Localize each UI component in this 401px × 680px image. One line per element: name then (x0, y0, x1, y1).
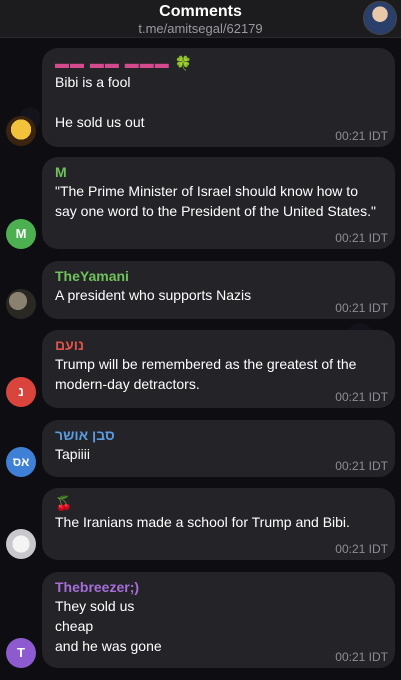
message-text: Tapiiii (55, 446, 91, 462)
message-bubble[interactable]: ▬▬ ▬▬ ▬▬▬ 🍀 Bibi is a fool He sold us ou… (42, 48, 395, 147)
message-time: 00:21 IDT (335, 301, 388, 315)
sender-emoji-bars: ▬▬ ▬▬ ▬▬▬ (55, 55, 170, 71)
message-time: 00:21 IDT (335, 129, 388, 143)
message-time: 00:21 IDT (335, 542, 388, 556)
avatar[interactable]: אס (6, 447, 36, 477)
sender-name[interactable]: M (55, 163, 383, 181)
message-text: "The Prime Minister of Israel should kno… (55, 183, 376, 219)
message-bubble[interactable]: TheYamani A president who supports Nazis… (42, 261, 395, 319)
header-subtitle[interactable]: t.me/amitsegal/62179 (0, 21, 401, 37)
message-time: 00:21 IDT (335, 231, 388, 245)
avatar[interactable] (6, 529, 36, 559)
message-time: 00:21 IDT (335, 459, 388, 473)
header-title: Comments (159, 3, 242, 20)
avatar[interactable]: T (6, 638, 36, 668)
message-bubble[interactable]: Thebreezer;) They sold us cheap and he w… (42, 572, 395, 668)
channel-avatar[interactable] (363, 1, 397, 35)
message-bubble[interactable]: סבן אושר Tapiiii 00:21 IDT (42, 420, 395, 477)
message-time: 00:21 IDT (335, 650, 388, 664)
message-text: A president who supports Nazis (55, 287, 252, 303)
message-text: They sold us cheap and he was gone (55, 598, 162, 654)
message-bubble[interactable]: M "The Prime Minister of Israel should k… (42, 157, 395, 249)
message-text: Bibi is a fool He sold us out (55, 74, 145, 130)
message-bubble[interactable]: 🍒 The Iranians made a school for Trump a… (42, 488, 395, 560)
message-time: 00:21 IDT (335, 390, 388, 404)
sender-name[interactable]: TheYamani (55, 267, 383, 285)
avatar[interactable]: M (6, 219, 36, 249)
sender-name[interactable]: ▬▬ ▬▬ ▬▬▬ 🍀 (55, 54, 383, 72)
message-text: Trump will be remembered as the greatest… (55, 356, 357, 392)
sender-name[interactable]: 🍒 (55, 494, 383, 512)
clover-icon: 🍀 (174, 55, 194, 71)
avatar[interactable] (6, 289, 36, 319)
sender-name[interactable]: נועם (55, 336, 383, 354)
avatar[interactable]: נ (6, 377, 36, 407)
sender-name[interactable]: סבן אושר (55, 426, 383, 444)
avatar[interactable] (6, 116, 36, 146)
message-bubble[interactable]: נועם Trump will be remembered as the gre… (42, 330, 395, 408)
comments-header: Comments t.me/amitsegal/62179 (0, 0, 401, 38)
message-text: The Iranians made a school for Trump and… (55, 514, 350, 530)
sender-name[interactable]: Thebreezer;) (55, 578, 383, 596)
